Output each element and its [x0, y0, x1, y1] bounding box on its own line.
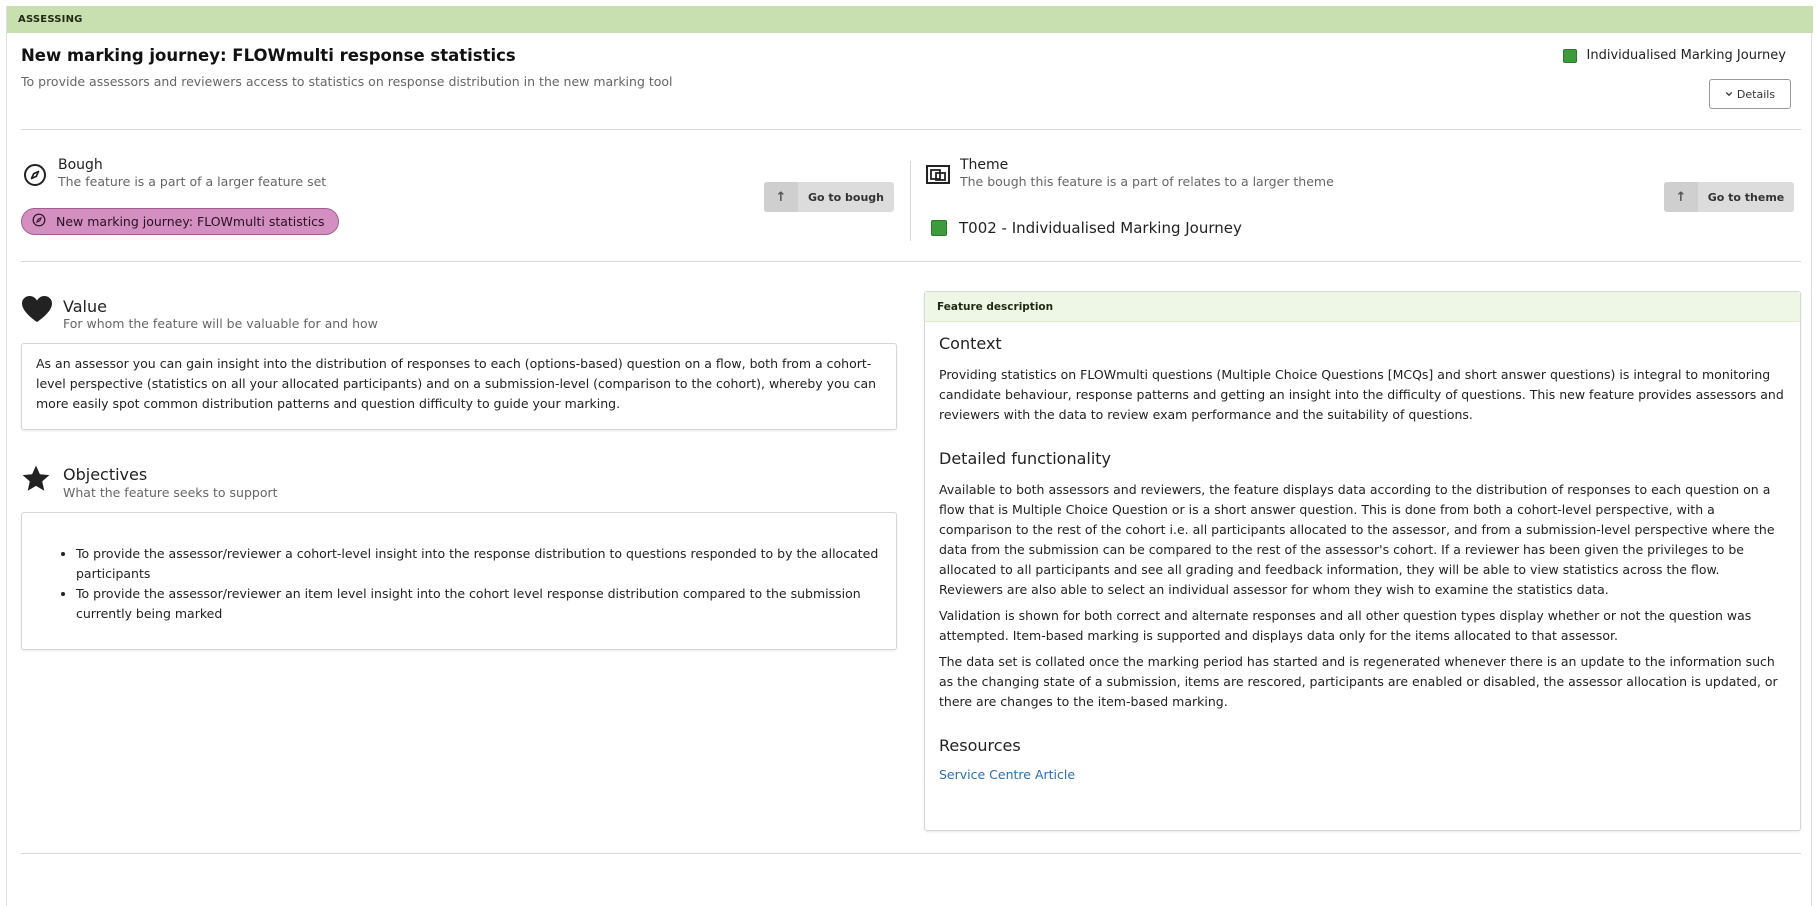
arrow-up-icon: ↑: [764, 182, 798, 212]
vertical-divider: [910, 161, 911, 241]
value-title: Value: [63, 297, 107, 316]
theme-title: Theme: [960, 157, 1009, 173]
theme-subtitle: The bough this feature is a part of rela…: [960, 174, 1334, 189]
compass-icon: [32, 213, 46, 230]
theme-item-label: T002 - Individualised Marking Journey: [959, 219, 1242, 237]
functionality-text-1: Available to both assessors and reviewer…: [939, 482, 1775, 597]
feature-description-header: Feature description: [925, 292, 1800, 322]
go-to-bough-label: Go to bough: [807, 190, 885, 204]
objectives-list: To provide the assessor/reviewer a cohor…: [36, 544, 882, 624]
theme-tag-label: Individualised Marking Journey: [1586, 48, 1786, 63]
page-title: New marking journey: FLOWmulti response …: [21, 46, 516, 65]
details-button[interactable]: Details: [1709, 79, 1791, 109]
go-to-theme-button[interactable]: ↑ Go to theme: [1664, 182, 1794, 212]
objectives-subtitle: What the feature seeks to support: [63, 485, 278, 500]
functionality-heading: Detailed functionality: [939, 449, 1112, 468]
context-heading: Context: [939, 334, 1002, 353]
compass-icon: [23, 163, 47, 191]
theme-item-swatch: [931, 220, 947, 236]
functionality-text-2: Validation is shown for both correct and…: [939, 608, 1752, 643]
heart-icon: [21, 295, 53, 327]
value-card: As an assessor you can gain insight into…: [21, 343, 897, 430]
objective-item: To provide the assessor/reviewer a cohor…: [76, 544, 882, 584]
divider: [21, 129, 1801, 130]
value-text: As an assessor you can gain insight into…: [36, 356, 877, 411]
objectives-title: Objectives: [63, 465, 148, 484]
functionality-text-3: The data set is collated once the markin…: [939, 654, 1778, 709]
theme-item[interactable]: T002 - Individualised Marking Journey: [931, 219, 1242, 237]
resources-heading: Resources: [939, 736, 1021, 755]
divider: [21, 853, 1801, 854]
go-to-bough-button[interactable]: ↑ Go to bough: [764, 182, 894, 212]
objective-item: To provide the assessor/reviewer an item…: [76, 584, 882, 624]
details-button-label: Details: [1736, 87, 1776, 101]
page-subtitle: To provide assessors and reviewers acces…: [21, 74, 673, 89]
bough-title: Bough: [58, 157, 103, 173]
value-subtitle: For whom the feature will be valuable fo…: [63, 316, 378, 331]
theme-tag: Individualised Marking Journey: [1562, 48, 1786, 63]
context-text: Providing statistics on FLOWmulti questi…: [939, 367, 1784, 422]
bough-pill[interactable]: New marking journey: FLOWmulti statistic…: [21, 208, 339, 235]
feature-description-card: Feature description Context Providing st…: [924, 291, 1801, 831]
arrow-up-icon: ↑: [1664, 182, 1698, 212]
go-to-theme-label: Go to theme: [1707, 190, 1785, 204]
feature-page: ASSESSING New marking journey: FLOWmulti…: [6, 6, 1813, 906]
theme-icon: [925, 163, 951, 191]
status-bar: ASSESSING: [7, 6, 1813, 33]
service-centre-link[interactable]: Service Centre Article: [939, 767, 1075, 782]
bough-pill-label: New marking journey: FLOWmulti statistic…: [56, 214, 325, 229]
bough-subtitle: The feature is a part of a larger featur…: [58, 174, 327, 189]
theme-color-swatch: [1562, 48, 1577, 63]
divider: [21, 261, 1801, 262]
objectives-card: To provide the assessor/reviewer a cohor…: [21, 512, 897, 650]
chevron-down-icon: [1725, 88, 1733, 101]
star-icon: [21, 464, 51, 498]
